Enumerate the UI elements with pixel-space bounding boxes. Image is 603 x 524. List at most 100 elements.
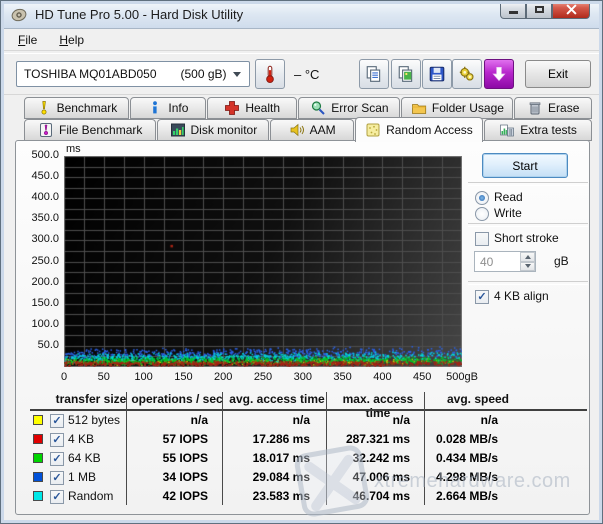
- row-checkbox[interactable]: [50, 433, 64, 447]
- align-4kb-checkbox[interactable]: [475, 290, 489, 304]
- tab-info[interactable]: Info: [130, 97, 206, 119]
- align-4kb-label[interactable]: 4 KB align: [494, 289, 549, 303]
- write-radio[interactable]: [475, 207, 489, 221]
- x-tick-label: 500gB: [430, 371, 494, 383]
- row-checkbox[interactable]: [50, 452, 64, 466]
- y-tick-label: 100.0: [16, 318, 59, 330]
- tab-extra-tests[interactable]: Extra tests: [484, 119, 592, 141]
- minimize-button[interactable]: [500, 1, 526, 19]
- random-access-icon: [365, 122, 381, 138]
- separator: [468, 223, 588, 227]
- temperature-button[interactable]: [255, 59, 285, 89]
- health-cross-icon: [224, 100, 240, 116]
- table-value: 34 IOPS: [134, 470, 208, 484]
- table-value: 57 IOPS: [134, 432, 208, 446]
- table-value: 42 IOPS: [134, 489, 208, 503]
- tab-erase[interactable]: Erase: [514, 97, 592, 119]
- transfer-size-label: 64 KB: [68, 451, 101, 465]
- tab-label: Random Access: [386, 123, 473, 137]
- close-button[interactable]: [552, 1, 590, 19]
- series-color-key: [33, 491, 43, 501]
- tab-label: Extra tests: [520, 123, 577, 137]
- series-color-key: [33, 453, 43, 463]
- tab-label: Disk monitor: [191, 123, 258, 137]
- tab-aam[interactable]: AAM: [270, 119, 353, 141]
- tab-label: AAM: [310, 123, 336, 137]
- window-title: HD Tune Pro 5.00 - Hard Disk Utility: [35, 7, 243, 22]
- y-tick-label: 450.0: [16, 170, 59, 182]
- transfer-size-label: 512 bytes: [68, 413, 120, 427]
- update-button[interactable]: [484, 59, 514, 89]
- read-radio[interactable]: [475, 191, 489, 205]
- row-checkbox[interactable]: [50, 414, 64, 428]
- row-checkbox[interactable]: [50, 471, 64, 485]
- random-access-panel: ms 500.0450.0400.0350.0300.0250.0200.015…: [15, 140, 590, 515]
- copy-image-button[interactable]: [391, 59, 421, 89]
- maximize-button[interactable]: [526, 1, 552, 19]
- tab-file-benchmark[interactable]: File Benchmark: [24, 119, 156, 141]
- separator: [468, 182, 588, 186]
- table-value: n/a: [134, 413, 208, 427]
- save-icon: [428, 65, 446, 83]
- maximize-icon: [535, 6, 544, 13]
- spinner-buttons: [520, 252, 535, 271]
- start-button[interactable]: Start: [482, 153, 568, 178]
- short-stroke-size-input[interactable]: 40: [474, 251, 536, 272]
- copy-text-button[interactable]: [359, 59, 389, 89]
- short-stroke-label[interactable]: Short stroke: [494, 231, 559, 245]
- table-value: 17.286 ms: [230, 432, 310, 446]
- tab-label: Error Scan: [331, 101, 388, 115]
- menu-help[interactable]: Help: [50, 31, 93, 49]
- save-button[interactable]: [422, 59, 452, 89]
- tab-benchmark[interactable]: Benchmark: [24, 97, 129, 119]
- read-label[interactable]: Read: [494, 190, 523, 204]
- temperature-value: – °C: [294, 67, 319, 82]
- info-icon: [147, 100, 163, 116]
- gear-icon: [458, 65, 476, 83]
- table-value: 29.084 ms: [230, 470, 310, 484]
- tab-label: File Benchmark: [59, 123, 142, 137]
- app-icon: [11, 7, 27, 23]
- tab-folder-usage[interactable]: Folder Usage: [401, 97, 513, 119]
- col-header-operations: operations / sec: [131, 392, 223, 407]
- y-tick-label: 50.0: [16, 339, 59, 351]
- hd-tune-window: HD Tune Pro 5.00 - Hard Disk Utility Fil…: [0, 0, 603, 524]
- tab-label: Health: [245, 101, 280, 115]
- spin-up-button[interactable]: [520, 252, 535, 262]
- title-bar[interactable]: HD Tune Pro 5.00 - Hard Disk Utility: [1, 1, 602, 29]
- spin-down-button[interactable]: [520, 262, 535, 272]
- file-benchmark-icon: [38, 122, 54, 138]
- exit-button[interactable]: Exit: [525, 60, 591, 88]
- copy-text-icon: [365, 65, 383, 83]
- y-tick-label: 400.0: [16, 191, 59, 203]
- short-stroke-value: 40: [480, 255, 493, 269]
- toolbar: TOSHIBA MQ01ABD050 (500 gB) – °C: [1, 52, 602, 95]
- transfer-size-label: Random: [68, 489, 113, 503]
- table-header-rule: [30, 409, 587, 411]
- folder-icon: [411, 100, 427, 116]
- drive-size: (500 gB): [181, 67, 227, 81]
- minimize-icon: [509, 11, 518, 14]
- tab-health[interactable]: Health: [207, 97, 297, 119]
- write-label[interactable]: Write: [494, 206, 522, 220]
- drive-select[interactable]: TOSHIBA MQ01ABD050 (500 gB): [16, 61, 250, 87]
- options-button[interactable]: [452, 59, 482, 89]
- menu-file[interactable]: File: [9, 31, 46, 49]
- tab-label: Folder Usage: [432, 101, 504, 115]
- tab-error-scan[interactable]: Error Scan: [298, 97, 400, 119]
- tab-label: Info: [168, 101, 188, 115]
- y-tick-label: 300.0: [16, 233, 59, 245]
- table-divider: [326, 392, 327, 505]
- bar-chart-icon: [170, 122, 186, 138]
- magnifier-icon: [310, 100, 326, 116]
- tab-disk-monitor[interactable]: Disk monitor: [157, 119, 269, 141]
- table-value: 18.017 ms: [230, 451, 310, 465]
- short-stroke-checkbox[interactable]: [475, 232, 489, 246]
- speaker-icon: [289, 122, 305, 138]
- row-checkbox[interactable]: [50, 490, 64, 504]
- tab-row-top: Benchmark Info Health Error Scan Folder …: [24, 97, 592, 119]
- tab-random-access[interactable]: Random Access: [355, 117, 483, 142]
- col-header-transfer-size: transfer size: [46, 392, 136, 407]
- trash-icon: [527, 100, 543, 116]
- table-divider: [126, 392, 127, 505]
